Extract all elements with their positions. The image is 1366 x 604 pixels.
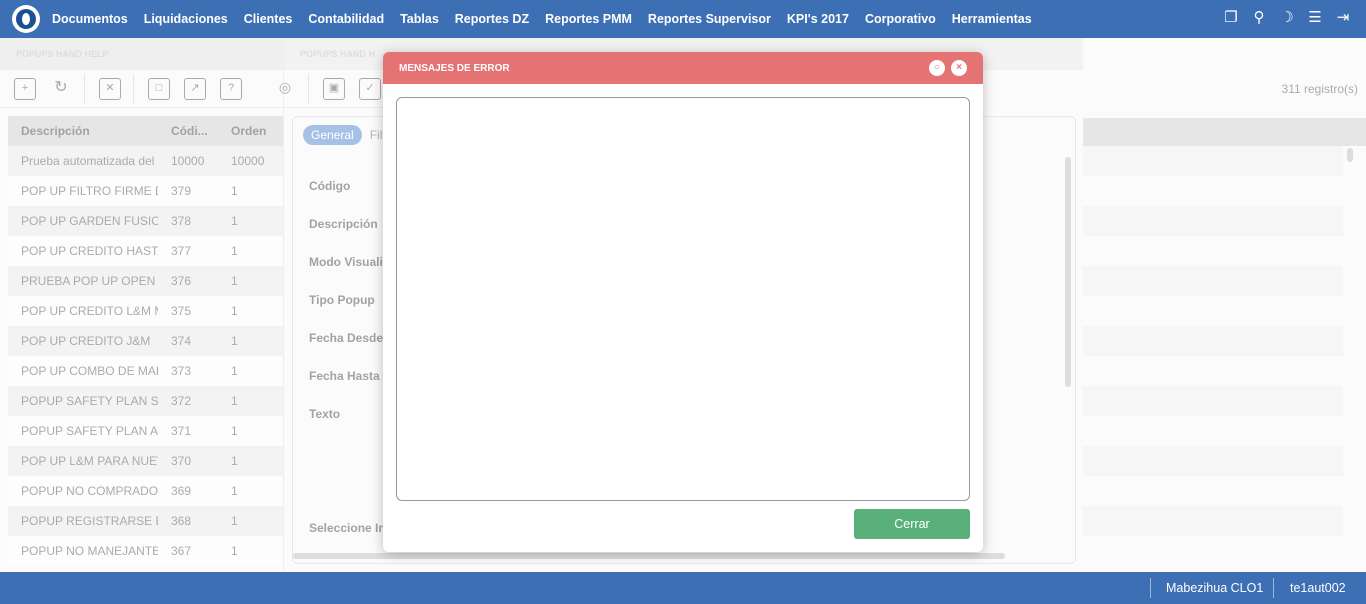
modal-header: MENSAJES DE ERROR ○ × — [383, 52, 983, 84]
status-bar: Mabezihua CLO1 te1aut002 — [0, 572, 1366, 604]
instance-name: te1aut002 — [1290, 581, 1346, 595]
app-logo[interactable] — [12, 5, 40, 33]
status-divider — [1273, 578, 1274, 598]
maximize-icon[interactable]: ○ — [929, 60, 945, 76]
current-user: Mabezihua CLO1 — [1166, 581, 1264, 595]
status-divider — [1150, 578, 1151, 598]
search-icon[interactable]: ⚲ — [1250, 9, 1268, 27]
menu-reportes-pmm[interactable]: Reportes PMM — [545, 12, 632, 26]
menu-reportes-dz[interactable]: Reportes DZ — [455, 12, 529, 26]
menu-documentos[interactable]: Documentos — [52, 12, 128, 26]
menu-kpis-2017[interactable]: KPI's 2017 — [787, 12, 849, 26]
menu-reportes-supervisor[interactable]: Reportes Supervisor — [648, 12, 771, 26]
nav-icons: ❐ ⚲ ☽ ☰ ⇥ — [1222, 9, 1352, 27]
modal-title: MENSAJES DE ERROR — [399, 63, 510, 74]
windows-icon[interactable]: ❐ — [1222, 9, 1240, 27]
menu-corporativo[interactable]: Corporativo — [865, 12, 936, 26]
menu-herramientas[interactable]: Herramientas — [952, 12, 1032, 26]
error-message-area[interactable] — [396, 97, 970, 501]
main-menu: Documentos Liquidaciones Clientes Contab… — [52, 12, 1032, 26]
menu-contabilidad[interactable]: Contabilidad — [308, 12, 384, 26]
menu-liquidaciones[interactable]: Liquidaciones — [144, 12, 228, 26]
moon-icon[interactable]: ☽ — [1278, 9, 1296, 27]
close-icon[interactable]: × — [951, 60, 967, 76]
menu-clientes[interactable]: Clientes — [244, 12, 293, 26]
menu-tablas[interactable]: Tablas — [400, 12, 439, 26]
top-nav: Documentos Liquidaciones Clientes Contab… — [0, 0, 1366, 38]
cerrar-button[interactable]: Cerrar — [854, 509, 970, 539]
error-messages-modal: MENSAJES DE ERROR ○ × Cerrar — [383, 52, 983, 552]
menu-icon[interactable]: ☰ — [1306, 9, 1324, 27]
logout-icon[interactable]: ⇥ — [1334, 9, 1352, 27]
